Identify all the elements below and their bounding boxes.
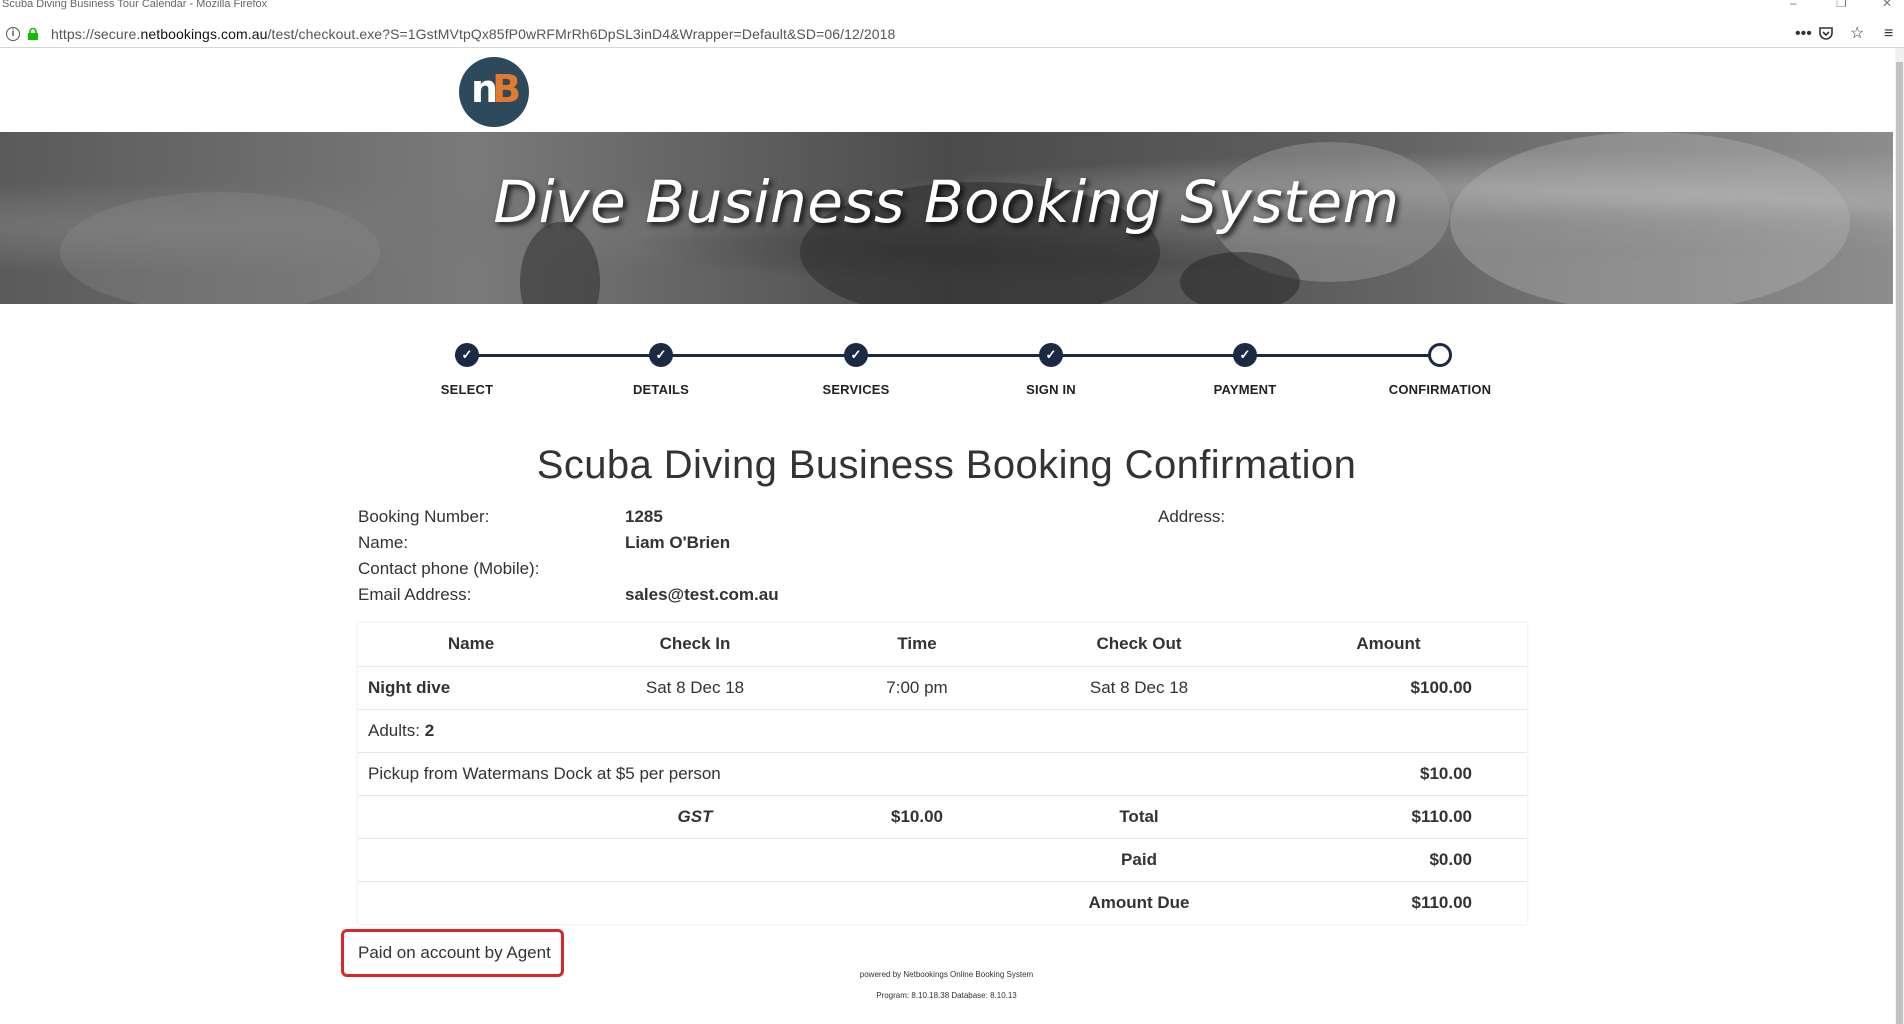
check-icon: ✓ — [844, 343, 868, 367]
pickup-amount: $10.00 — [1250, 751, 1527, 795]
adults-count: 2 — [424, 720, 435, 740]
name-value: Liam O'Brien — [625, 533, 731, 552]
address-bar[interactable]: i https://secure.netbookings.com.au/test… — [0, 20, 1904, 48]
booking-table: Name Check In Time Check Out Amount Nigh… — [358, 623, 1527, 924]
scrollbar-thumb[interactable] — [1896, 62, 1903, 1024]
email-value: sales@test.com.au — [625, 585, 779, 604]
paid-amount: $0.00 — [1250, 837, 1527, 881]
window-titlebar: Scuba Diving Business Tour Calendar - Mo… — [0, 0, 1904, 12]
column-header: Amount — [1356, 634, 1421, 654]
table-row: GST $10.00 Total $110.00 — [358, 794, 1527, 838]
logo-letter-n: n — [471, 67, 498, 111]
table-header-row: Name Check In Time Check Out Amount — [358, 623, 1527, 666]
item-time: 7:00 pm — [806, 665, 1028, 709]
page-actions-icon[interactable]: ••• — [1795, 20, 1812, 48]
url-text[interactable]: https://secure.netbookings.com.au/test/c… — [51, 20, 895, 48]
gst-label: GST — [584, 794, 806, 838]
amount-due-label: Amount Due — [1028, 880, 1250, 924]
total-amount: $110.00 — [1250, 794, 1527, 838]
menu-icon[interactable]: ≡ — [1884, 20, 1893, 48]
booking-number-label: Booking Number: — [358, 507, 490, 526]
adults-cell: Adults: 2 — [358, 708, 1527, 752]
check-icon: ✓ — [1233, 343, 1257, 367]
progress-steps: ✓ SELECT ✓ DETAILS ✓ SERVICES ✓ SIGN IN … — [441, 343, 1491, 403]
column-header: Check Out — [1096, 634, 1182, 654]
table-row: Pickup from Watermans Dock at $5 per per… — [358, 751, 1527, 795]
gst-amount: $10.00 — [806, 794, 1028, 838]
lock-icon — [28, 28, 38, 40]
restore-icon[interactable]: ❐ — [1836, 0, 1847, 9]
step-label: SIGN IN — [1026, 382, 1076, 397]
open-circle-icon — [1428, 343, 1452, 367]
pocket-icon[interactable] — [1818, 26, 1834, 42]
column-header: Check In — [659, 634, 731, 654]
step-label: DETAILS — [632, 382, 690, 397]
bookmark-star-icon[interactable]: ☆ — [1850, 20, 1864, 48]
page-title: Scuba Diving Business Booking Confirmati… — [536, 443, 1357, 487]
adults-label: Adults: — [368, 720, 420, 740]
progress-line — [455, 354, 1430, 357]
info-icon[interactable]: i — [6, 27, 20, 41]
step-label: CONFIRMATION — [1388, 382, 1492, 397]
table-row: Adults: 2 — [358, 708, 1527, 752]
check-icon: ✓ — [1039, 343, 1063, 367]
table-row: Night dive Sat 8 Dec 18 7:00 pm Sat 8 De… — [358, 665, 1527, 709]
item-check-out: Sat 8 Dec 18 — [1028, 665, 1250, 709]
amount-due-value: $110.00 — [1250, 880, 1527, 924]
item-name: Night dive — [358, 665, 584, 709]
close-icon[interactable]: ✕ — [1882, 0, 1892, 9]
column-header: Time — [897, 634, 937, 654]
item-check-in: Sat 8 Dec 18 — [584, 665, 806, 709]
step-label: PAYMENT — [1213, 382, 1277, 397]
column-header: Name — [447, 634, 495, 654]
table-row: Paid $0.00 — [358, 837, 1527, 881]
table-row: Amount Due $110.00 — [358, 880, 1527, 924]
minimize-icon[interactable]: – — [1790, 0, 1797, 9]
paid-label: Paid — [1028, 837, 1250, 881]
address-label: Address: — [1158, 507, 1226, 526]
version-text: Program: 8.10.18.38 Database: 8.10.13 — [876, 991, 1017, 1000]
total-label: Total — [1028, 794, 1250, 838]
logo-letter-b: B — [492, 67, 521, 111]
vertical-scrollbar[interactable] — [1895, 48, 1904, 1024]
hero-banner: Dive Business Booking System — [0, 132, 1893, 304]
netbookings-logo[interactable]: nB — [459, 57, 529, 127]
step-label: SERVICES — [822, 382, 890, 397]
booking-number-value: 1285 — [625, 507, 663, 526]
name-label: Name: — [358, 533, 409, 552]
phone-label: Contact phone (Mobile): — [358, 559, 540, 578]
banner-title: Dive Business Booking System — [493, 168, 1400, 236]
pickup-label: Pickup from Watermans Dock at $5 per per… — [358, 751, 1250, 795]
check-icon: ✓ — [649, 343, 673, 367]
check-icon: ✓ — [455, 343, 479, 367]
powered-by-text[interactable]: powered by Netbookings Online Booking Sy… — [0, 970, 1893, 979]
item-amount: $100.00 — [1250, 665, 1527, 709]
window-title: Scuba Diving Business Tour Calendar - Mo… — [2, 0, 268, 10]
step-label: SELECT — [440, 382, 494, 397]
email-label: Email Address: — [358, 585, 472, 604]
